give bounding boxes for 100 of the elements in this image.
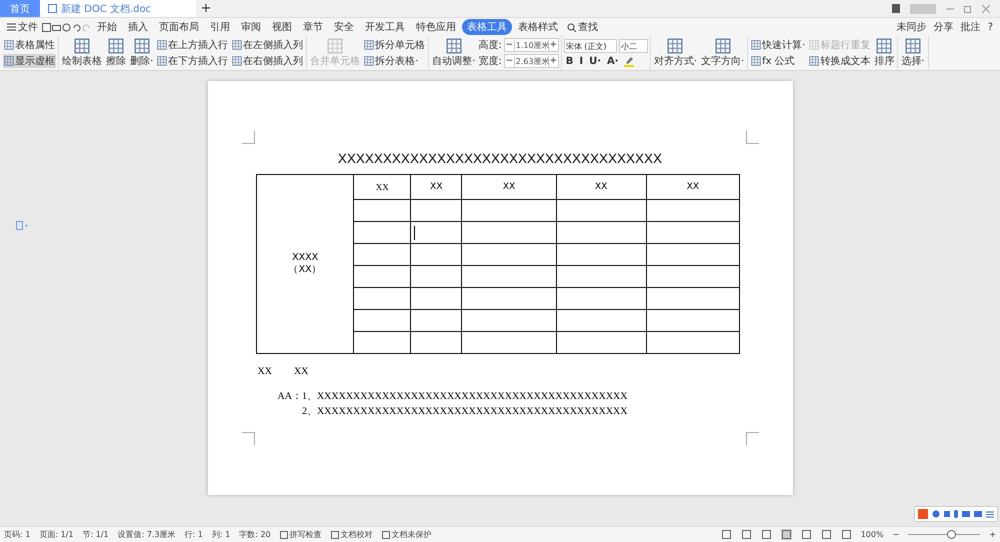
ribbon-tab[interactable]: 特色应用 — [411, 19, 461, 35]
view-icon — [722, 530, 731, 539]
menu-icon[interactable] — [986, 510, 994, 518]
field-label: 宽度: — [478, 54, 502, 68]
ribbon-button[interactable]: 绘制表格 — [61, 38, 103, 68]
ribbon-button[interactable]: 显示虚框 — [3, 54, 56, 68]
ribbon-button[interactable]: 快速计算· — [750, 38, 806, 52]
view-mode-button[interactable] — [760, 529, 772, 540]
list-item: 1、XXXXXXXXXXXXXXXXXXXXXXXXXXXXXXXXXXXXXXXXXXX — [302, 390, 628, 404]
cell-text: XXXX — [291, 252, 320, 264]
status-button[interactable]: 文档未保护 — [382, 529, 432, 540]
close-icon[interactable] — [982, 4, 990, 12]
ribbon-tab[interactable]: 开始 — [92, 19, 122, 35]
view-mode-button[interactable] — [740, 529, 752, 540]
undo-icon[interactable] — [72, 22, 81, 32]
table-icon — [232, 56, 242, 66]
table-icon — [714, 38, 731, 54]
view-mode-button[interactable] — [720, 529, 732, 540]
ribbon-tab[interactable]: 视图 — [267, 19, 297, 35]
view-mode-button[interactable] — [840, 529, 852, 540]
number-field[interactable]: − 1.10厘米+ — [504, 38, 559, 52]
ribbon-button[interactable]: 擦除 — [105, 38, 127, 68]
status-text: 页码: 1 — [4, 529, 30, 540]
check-icon — [382, 530, 390, 538]
table-icon — [74, 38, 90, 54]
ribbon-button[interactable]: 排序 — [873, 38, 896, 68]
ribbon-button[interactable]: 选择· — [900, 38, 926, 68]
table-icon — [157, 56, 168, 66]
view-mode-button[interactable] — [820, 529, 832, 540]
ribbon-button[interactable]: 自动调整· — [431, 38, 476, 68]
status-text: 节: 1/1 — [82, 529, 109, 540]
status-text: 行: 1 — [184, 529, 203, 540]
ribbon-tab[interactable]: 章节 — [298, 19, 328, 35]
note-text: XX — [258, 366, 272, 377]
ribbon-tab[interactable]: 开发工具 — [360, 19, 410, 35]
zoom-thumb[interactable] — [947, 530, 956, 539]
size-dropdown[interactable]: 小二 — [618, 39, 648, 53]
highlighter-icon[interactable] — [622, 55, 635, 67]
note-text: XX — [294, 366, 308, 377]
zoom-in-button[interactable]: + — [989, 530, 996, 539]
view-icon — [742, 530, 751, 539]
ribbon-tab[interactable]: 表格工具 — [462, 19, 512, 35]
table-icon — [751, 40, 762, 50]
ribbon-button[interactable]: 对齐方式· — [652, 38, 698, 68]
ribbon-button[interactable]: 在上方插入行 — [156, 38, 230, 52]
view-icon — [802, 530, 811, 539]
table-icon — [667, 38, 684, 54]
table-cell — [410, 310, 462, 332]
status-text: 页面: 1/1 — [39, 529, 74, 540]
table-icon — [904, 38, 921, 54]
table-cell: XX — [354, 174, 411, 200]
ribbon-button[interactable]: 拆分表格· — [363, 54, 426, 68]
toolbar-button[interactable]: 批注 — [958, 20, 984, 34]
help-button[interactable]: ? — [984, 22, 996, 32]
ribbon-button[interactable]: 表格属性 — [3, 38, 56, 52]
ribbon-tab[interactable]: 插入 — [123, 19, 153, 35]
view-mode-button[interactable] — [800, 529, 812, 540]
toolbar-button[interactable]: 未同步 — [894, 20, 930, 34]
ribbon-button[interactable]: 拆分单元格 — [363, 38, 426, 52]
cell-text: （XX） — [288, 264, 323, 276]
table-icon — [446, 38, 462, 54]
search-button[interactable]: 查找 — [564, 20, 601, 34]
font-dropdown[interactable]: 宋体 (正文) — [564, 39, 617, 53]
zoom-out-button[interactable]: − — [892, 530, 900, 539]
table-icon — [809, 56, 820, 66]
search-icon — [567, 22, 576, 32]
ribbon-button[interactable]: 文字方向· — [700, 38, 746, 68]
ribbon-button[interactable]: 在左侧插入列 — [231, 38, 304, 52]
table-icon — [157, 40, 168, 50]
number-field[interactable]: − 2.63厘米+ — [504, 54, 559, 68]
document-icon — [48, 4, 57, 13]
title-tab[interactable]: 新建 DOC 文档.doc — [40, 0, 196, 17]
format-button[interactable]: U· — [587, 56, 604, 66]
file-menu[interactable]: 文件 — [4, 20, 41, 34]
format-button[interactable]: B — [564, 56, 576, 66]
ribbon-tab[interactable]: 页面布局 — [154, 19, 204, 35]
ribbon-button[interactable]: 转换成文本 — [808, 54, 872, 68]
table-icon — [4, 40, 14, 50]
table-cell — [410, 332, 462, 354]
status-button[interactable]: 拼写检查 — [280, 529, 322, 540]
ribbon-button[interactable]: 删除· — [129, 38, 154, 68]
ribbon-button[interactable]: 在下方插入行 — [156, 54, 230, 68]
view-mode-button[interactable] — [780, 529, 792, 540]
new-tab-button[interactable]: + — [196, 0, 216, 17]
format-button[interactable]: I — [577, 56, 586, 66]
ribbon-tab[interactable]: 安全 — [329, 19, 359, 35]
ribbon-tab[interactable]: 审阅 — [236, 19, 266, 35]
format-button[interactable]: A· — [605, 56, 621, 66]
toolbar-button[interactable]: 分享 — [930, 20, 957, 34]
zoom-dropdown[interactable]: 100% — [860, 530, 884, 539]
restore-icon[interactable] — [964, 4, 972, 12]
ribbon-button[interactable]: fx 公式 — [750, 54, 806, 68]
ribbon-tab[interactable]: 引用 — [205, 19, 235, 35]
ribbon-button[interactable]: 在右侧插入列 — [231, 54, 304, 68]
table-icon — [134, 38, 150, 54]
status-button[interactable]: 文档校对 — [330, 529, 373, 540]
ribbon-tab[interactable]: 表格样式 — [513, 19, 563, 35]
table-icon — [364, 40, 374, 50]
document-title: XXXXXXXXXXXXXXXXXXXXXXXXXXXXXXXXXXXX — [338, 151, 662, 166]
view-icon — [782, 530, 791, 539]
